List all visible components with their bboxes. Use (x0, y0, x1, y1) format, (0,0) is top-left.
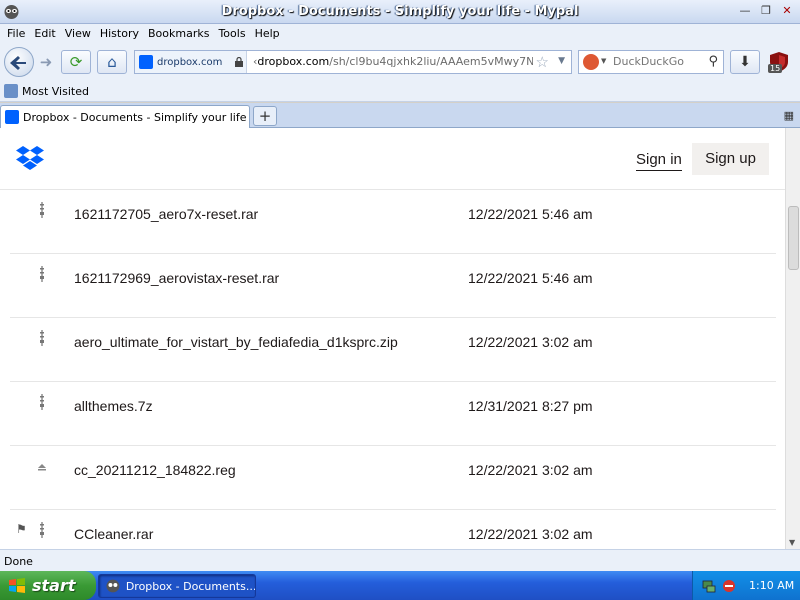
zip-icon (40, 330, 44, 346)
url-host: dropbox.com (257, 55, 330, 68)
tab-dropbox[interactable]: Dropbox - Documents - Simplify your life (0, 105, 250, 128)
taskbar-clock[interactable]: 1:10 AM (749, 579, 794, 592)
search-input[interactable] (613, 55, 699, 68)
file-row[interactable]: ⚑ CCleaner.rar 12/22/2021 3:02 am (10, 510, 776, 549)
ublock-count-badge: 15 (768, 64, 783, 73)
file-name[interactable]: cc_20211212_184822.reg (74, 462, 236, 478)
bookmark-star-icon[interactable]: ☆ (536, 53, 549, 71)
window-titlebar: Dropbox - Documents - Simplify your life… (0, 0, 800, 24)
bookmark-folder-icon (4, 84, 18, 98)
zip-icon (40, 202, 44, 218)
file-date: 12/22/2021 3:02 am (468, 462, 593, 478)
menu-tools[interactable]: Tools (215, 24, 251, 44)
window-controls: — ❐ ✕ (736, 3, 796, 19)
zip-icon (40, 394, 44, 410)
network-tray-icon[interactable] (701, 578, 717, 594)
menu-bar: File Edit View History Bookmarks Tools H… (0, 24, 800, 44)
lock-icon (235, 57, 244, 67)
menu-edit[interactable]: Edit (31, 24, 61, 44)
eject-icon (38, 464, 46, 471)
tab-strip: Dropbox - Documents - Simplify your life… (0, 103, 800, 128)
bookmark-most-visited[interactable]: Most Visited (4, 84, 89, 98)
file-name[interactable]: CCleaner.rar (74, 526, 153, 542)
navigation-toolbar: ➜ ⟳ ⌂ dropbox.com ‹dropbox.com/sh/cl9bu4… (0, 44, 800, 80)
file-list: 1621172705_aero7x-reset.rar 12/22/2021 5… (10, 190, 776, 549)
status-bar: Done (0, 549, 800, 571)
sign-in-link[interactable]: Sign in (636, 151, 682, 171)
file-date: 12/22/2021 5:46 am (468, 206, 593, 222)
dropbox-favicon-icon (139, 55, 153, 69)
close-button[interactable]: ✕ (778, 3, 796, 19)
taskbar-button-label: Dropbox - Documents... (125, 579, 255, 593)
file-name[interactable]: aero_ultimate_for_vistart_by_fediafedia_… (74, 334, 398, 350)
taskbar-button-mypal[interactable]: Dropbox - Documents... (98, 574, 256, 598)
dropbox-logo-icon[interactable] (16, 144, 44, 170)
url-text[interactable]: ‹dropbox.com/sh/cl9bu4qjxhk2liu/AAAem5vM… (253, 55, 533, 68)
forward-button[interactable]: ➜ (36, 53, 56, 73)
scroll-down-arrow-icon[interactable]: ▼ (789, 538, 795, 547)
file-name[interactable]: 1621172705_aero7x-reset.rar (74, 206, 258, 222)
file-row[interactable]: allthemes.7z 12/31/2021 8:27 pm (10, 382, 776, 446)
file-row[interactable]: cc_20211212_184822.reg 12/22/2021 3:02 a… (10, 446, 776, 510)
file-row[interactable]: aero_ultimate_for_vistart_by_fediafedia_… (10, 318, 776, 382)
menu-file[interactable]: File (4, 24, 31, 44)
windows-logo-icon (9, 577, 25, 593)
downloads-button[interactable]: ⬇ (730, 50, 760, 74)
file-name[interactable]: allthemes.7z (74, 398, 153, 414)
tab-label: Dropbox - Documents - Simplify your life (23, 110, 247, 124)
sign-up-button[interactable]: Sign up (692, 143, 769, 175)
system-tray: 1:10 AM (692, 571, 800, 600)
site-header: Sign in Sign up (0, 128, 785, 190)
search-engine-dropdown-icon[interactable]: ▼ (601, 57, 606, 65)
zip-icon (40, 266, 44, 282)
file-date: 12/22/2021 3:02 am (468, 526, 593, 542)
page-content: Sign in Sign up 1621172705_aero7x-reset.… (0, 128, 785, 549)
address-bar[interactable]: dropbox.com ‹dropbox.com/sh/cl9bu4qjxhk2… (134, 50, 572, 74)
list-all-tabs-icon[interactable]: ▦ (784, 109, 794, 122)
scrollbar-thumb[interactable] (788, 206, 799, 270)
file-date: 12/22/2021 3:02 am (468, 334, 593, 350)
search-icon[interactable]: ⚲ (708, 54, 718, 69)
back-arrow-icon (10, 56, 26, 70)
window-title: Dropbox - Documents - Simplify your life… (221, 4, 579, 19)
zip-icon (40, 522, 44, 538)
menu-history[interactable]: History (97, 24, 145, 44)
maximize-button[interactable]: ❐ (757, 3, 775, 19)
menu-bookmarks[interactable]: Bookmarks (145, 24, 215, 44)
menu-view[interactable]: View (62, 24, 97, 44)
start-button[interactable]: start (0, 571, 96, 600)
url-path: /sh/cl9bu4qjxhk2liu/AAAem5vMwy7N4aJVr (329, 55, 533, 68)
bookmarks-toolbar: Most Visited (0, 80, 800, 102)
file-date: 12/22/2021 5:46 am (468, 270, 593, 286)
windows-taskbar: start Dropbox - Documents... 1:10 AM (0, 571, 800, 600)
menu-help[interactable]: Help (252, 24, 286, 44)
home-button[interactable]: ⌂ (97, 50, 127, 74)
start-label: start (32, 576, 76, 595)
minimize-button[interactable]: — (736, 3, 754, 19)
duckduckgo-icon[interactable] (583, 54, 599, 70)
back-button[interactable] (4, 47, 34, 77)
page-scrollbar[interactable]: ▼ (785, 128, 800, 549)
status-text: Done (4, 555, 33, 568)
reload-button[interactable]: ⟳ (61, 50, 91, 74)
tab-favicon-icon (5, 110, 19, 124)
file-date: 12/31/2021 8:27 pm (468, 398, 593, 414)
identity-label: dropbox.com (157, 56, 223, 68)
site-identity-box[interactable]: dropbox.com (135, 51, 247, 73)
flag-icon: ⚑ (16, 522, 27, 536)
file-name[interactable]: 1621172969_aerovistax-reset.rar (74, 270, 279, 286)
new-tab-button[interactable]: + (253, 106, 277, 126)
safely-remove-hardware-icon[interactable] (721, 578, 737, 594)
search-bar: ▼ ⚲ (578, 50, 724, 74)
url-dropdown-icon[interactable]: ▼ (558, 56, 565, 66)
mypal-taskbar-icon (106, 579, 120, 593)
bookmark-label: Most Visited (22, 84, 89, 98)
file-row[interactable]: 1621172705_aero7x-reset.rar 12/22/2021 5… (10, 190, 776, 254)
file-row[interactable]: 1621172969_aerovistax-reset.rar 12/22/20… (10, 254, 776, 318)
